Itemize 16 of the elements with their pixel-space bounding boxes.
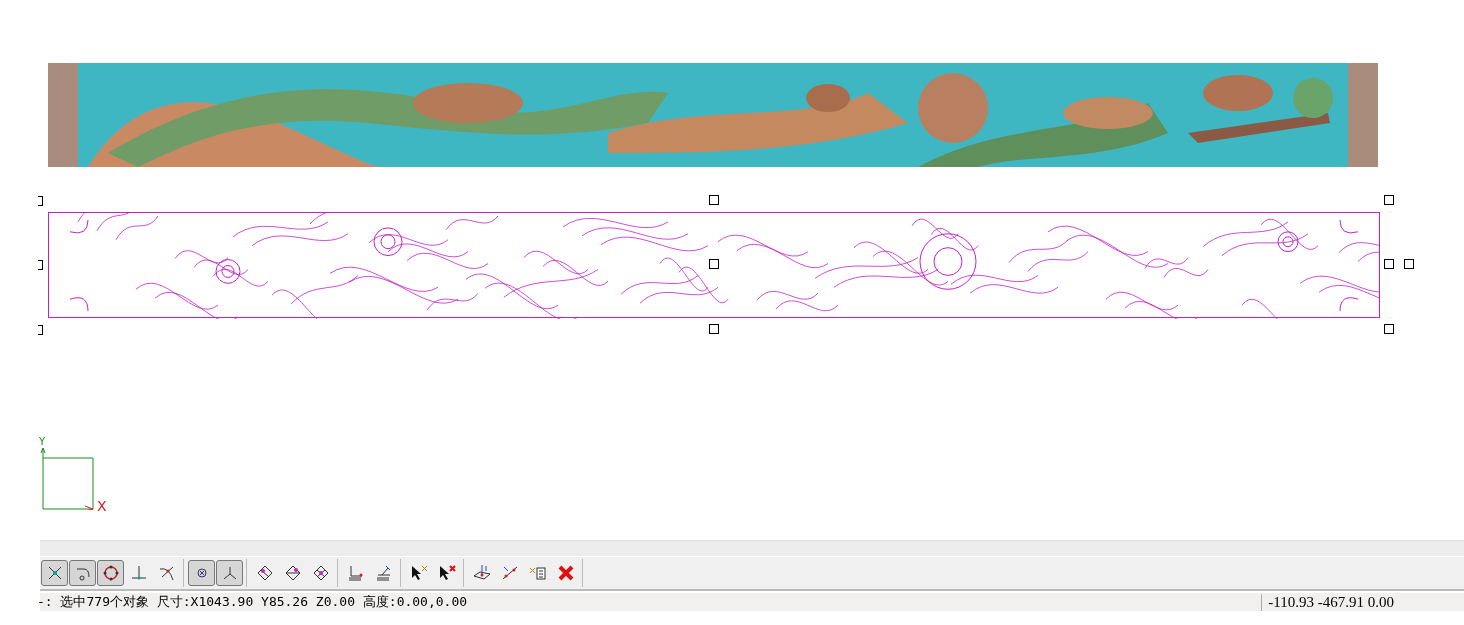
toolbar-button[interactable]: [97, 560, 124, 586]
status-message: -: 选中779个对象 尺寸:X1043.90 Y85.26 Z0.00 高度:0.00,0.00: [37, 593, 468, 611]
selection-handle[interactable]: [1384, 195, 1394, 205]
y-axis-label: Y: [39, 436, 46, 447]
toolbar-button[interactable]: [41, 560, 68, 586]
selection-handle[interactable]: [709, 259, 719, 269]
toolbar-button[interactable]: [188, 560, 215, 586]
selection-handle[interactable]: [709, 324, 719, 334]
selection-handle[interactable]: [1384, 324, 1394, 334]
plane-point-icon: [471, 563, 492, 583]
selection-handle[interactable]: [709, 195, 719, 205]
selection-handle[interactable]: [38, 196, 43, 206]
cursor-coordinates: -110.93 -467.91 0.00: [1261, 593, 1394, 611]
selection-handle[interactable]: [38, 260, 43, 270]
selection-handle[interactable]: [38, 325, 43, 335]
x-axis-label: X: [97, 498, 107, 514]
